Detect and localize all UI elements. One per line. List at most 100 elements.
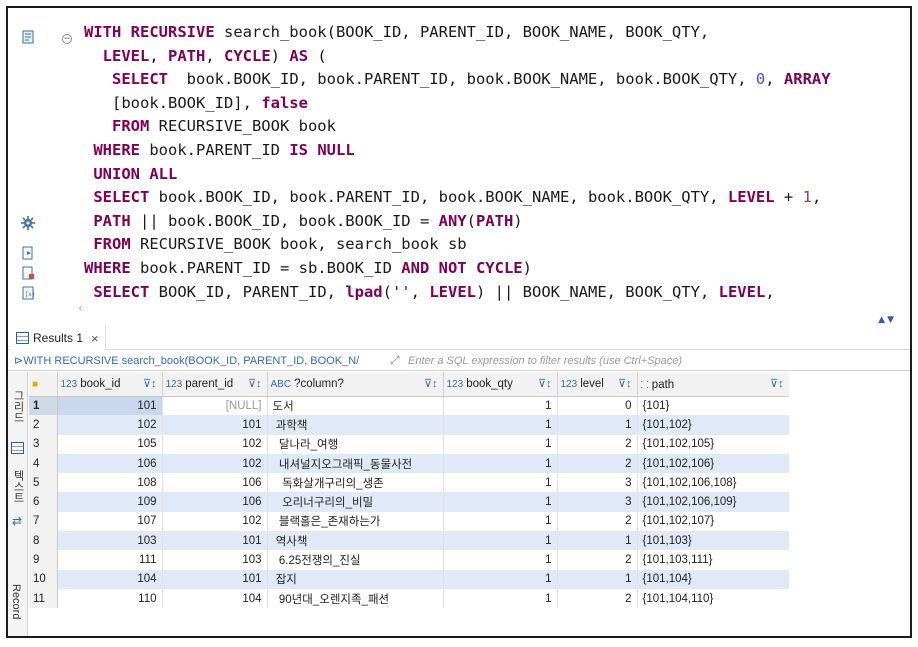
cell-column[interactable]: 역사책 <box>267 531 444 551</box>
row-number[interactable]: 11 <box>29 588 58 609</box>
corner-cell[interactable]: ■ <box>29 372 58 397</box>
scroll-left-icon[interactable]: ‹ <box>78 301 83 315</box>
cell-book-qty[interactable]: 1 <box>443 531 558 551</box>
row-number[interactable]: 2 <box>29 415 58 435</box>
row-number[interactable]: 6 <box>29 492 58 512</box>
filter-sort-icon[interactable]: ⊽↕ <box>618 377 632 390</box>
code-line[interactable]: SELECT book.BOOK_ID, book.PARENT_ID, boo… <box>84 186 831 210</box>
table-row[interactable]: 9 111 103 6.25전쟁의_진실 1 2 {101,103,111} <box>29 550 790 570</box>
close-icon[interactable]: × <box>91 331 99 346</box>
cell-path[interactable]: {101,104} <box>637 569 790 589</box>
sql-editor[interactable]: {x} − WITH RECURSIVE search_book(BOOK_ID… <box>8 8 910 325</box>
row-number[interactable]: 10 <box>29 569 58 589</box>
cell-parent-id[interactable]: 106 <box>162 473 268 493</box>
cell-book-id[interactable]: 102 <box>57 415 163 435</box>
table-row[interactable]: 10 104 101 잡지 1 1 {101,104} <box>29 569 790 589</box>
code-line[interactable]: WHERE book.PARENT_ID IS NULL <box>84 139 831 163</box>
cell-path[interactable]: {101,102,106,109} <box>637 492 790 512</box>
table-row[interactable]: 11 110 104 90년대_오렌지족_패션 1 2 {101,104,110} <box>29 588 790 609</box>
column-header-parent-id[interactable]: 123 parent_id ⊽↕ <box>162 372 268 397</box>
code-line[interactable]: FROM RECURSIVE_BOOK book, search_book sb <box>84 233 831 257</box>
column-header-path[interactable]: ⸬ path ⊽↕ <box>637 372 790 397</box>
table-row[interactable]: 2 102 101 과학책 1 1 {101,102} <box>29 415 790 435</box>
cell-book-qty[interactable]: 1 <box>443 396 558 416</box>
column-header-book-qty[interactable]: 123 book_qty ⊽↕ <box>443 372 558 397</box>
cell-level[interactable]: 2 <box>557 434 638 454</box>
cell-parent-id[interactable]: 101 <box>162 531 268 551</box>
cell-level[interactable]: 1 <box>557 531 638 551</box>
column-header-book-id[interactable]: 123 book_id ⊽↕ <box>57 372 163 397</box>
text-view-tab[interactable]: 텍스트 <box>10 470 26 503</box>
row-number[interactable]: 8 <box>29 531 58 551</box>
table-row[interactable]: 4 106 102 내셔널지오그래픽_동물사전 1 2 {101,102,106} <box>29 453 790 474</box>
cell-column[interactable]: 과학책 <box>267 415 444 435</box>
code-line[interactable]: SELECT book.BOOK_ID, book.PARENT_ID, boo… <box>84 68 831 92</box>
filter-input[interactable]: Enter a SQL expression to filter results… <box>404 355 682 367</box>
code-line[interactable]: WHERE book.PARENT_ID = sb.BOOK_ID AND NO… <box>84 257 831 281</box>
cell-path[interactable]: {101,102,107} <box>637 511 790 532</box>
table-row[interactable]: 8 103 101 역사책 1 1 {101,103} <box>29 531 790 551</box>
cell-column[interactable]: 잡지 <box>267 569 444 589</box>
code-line[interactable]: PATH || book.BOOK_ID, book.BOOK_ID = ANY… <box>84 210 831 234</box>
code-line[interactable]: LEVEL, PATH, CYCLE) AS ( <box>84 45 831 69</box>
maximize-panel-icon[interactable]: ▲▼ <box>878 315 896 325</box>
cell-column[interactable]: 90년대_오렌지족_패션 <box>267 588 444 609</box>
cell-path[interactable]: {101,103,111} <box>637 550 790 570</box>
row-number[interactable]: 5 <box>29 473 58 493</box>
cell-path[interactable]: {101,104,110} <box>637 588 790 609</box>
row-number[interactable]: 3 <box>29 434 58 454</box>
cell-level[interactable]: 2 <box>557 511 638 532</box>
expand-icon[interactable]: ⤢ <box>390 353 404 368</box>
gear-icon[interactable] <box>21 216 35 230</box>
cell-book-qty[interactable]: 1 <box>443 473 558 493</box>
column-header-column[interactable]: ABC ?column? ⊽↕ <box>267 372 444 397</box>
export-icon[interactable] <box>21 266 35 280</box>
cell-book-id[interactable]: 106 <box>57 453 163 474</box>
cell-path[interactable]: {101,102} <box>637 415 790 435</box>
cell-book-id[interactable]: 103 <box>57 531 163 551</box>
grid-view-tab[interactable]: 그리드 <box>10 390 26 423</box>
cell-book-id[interactable]: 104 <box>57 569 163 589</box>
cell-book-qty[interactable]: 1 <box>443 511 558 532</box>
table-row[interactable]: 7 107 102 블랙홀은_존재하는가 1 2 {101,102,107} <box>29 511 790 532</box>
table-row[interactable]: 1 101 [NULL] 도서 1 0 {101} <box>29 396 790 416</box>
code-line[interactable]: [book.BOOK_ID], false <box>84 92 831 116</box>
cell-book-id[interactable]: 109 <box>57 492 163 512</box>
text-icon[interactable]: ⇄ <box>12 514 22 528</box>
cell-book-id[interactable]: 110 <box>57 588 163 609</box>
cell-parent-id[interactable]: 103 <box>162 550 268 570</box>
execute-script-icon[interactable] <box>21 246 35 260</box>
filter-sort-icon[interactable]: ⊽↕ <box>538 377 552 390</box>
cell-book-id[interactable]: 111 <box>57 550 163 570</box>
cell-column[interactable]: 달나라_여행 <box>267 434 444 454</box>
results-grid[interactable]: ■ 123 book_id ⊽↕ 123 parent_id ⊽↕ ABC ?column… <box>29 372 790 609</box>
cell-book-qty[interactable]: 1 <box>443 550 558 570</box>
cell-book-qty[interactable]: 1 <box>443 453 558 474</box>
cell-book-qty[interactable]: 1 <box>443 415 558 435</box>
filter-sort-icon[interactable]: ⊽↕ <box>248 377 262 390</box>
cell-parent-id[interactable]: [NULL] <box>162 396 268 416</box>
row-number[interactable]: 7 <box>29 511 58 532</box>
document-icon[interactable] <box>21 30 35 44</box>
cell-path[interactable]: {101} <box>637 396 790 416</box>
table-row[interactable]: 3 105 102 달나라_여행 1 2 {101,102,105} <box>29 434 790 454</box>
cell-column[interactable]: 도서 <box>267 396 444 416</box>
filter-sort-icon[interactable]: ⊽↕ <box>143 377 157 390</box>
cell-column[interactable]: 6.25전쟁의_진실 <box>267 550 444 570</box>
cell-book-id[interactable]: 107 <box>57 511 163 532</box>
fold-toggle-icon[interactable]: − <box>62 34 72 44</box>
cell-book-id[interactable]: 101 <box>57 396 163 416</box>
cell-level[interactable]: 0 <box>557 396 638 416</box>
code-line[interactable]: UNION ALL <box>84 163 831 187</box>
row-number[interactable]: 4 <box>29 453 58 474</box>
cell-column[interactable]: 오리너구리의_비밀 <box>267 492 444 512</box>
record-view-tab[interactable]: Record <box>10 584 22 619</box>
variables-icon[interactable]: {x} <box>21 286 35 300</box>
cell-book-qty[interactable]: 1 <box>443 588 558 609</box>
cell-level[interactable]: 3 <box>557 473 638 493</box>
grid-icon[interactable] <box>11 442 24 454</box>
table-row[interactable]: 6 109 106 오리너구리의_비밀 1 3 {101,102,106,109} <box>29 492 790 512</box>
horizontal-scrollbar[interactable]: ‹ <box>62 301 902 317</box>
cell-parent-id[interactable]: 101 <box>162 415 268 435</box>
sql-code[interactable]: WITH RECURSIVE search_book(BOOK_ID, PARE… <box>84 21 831 304</box>
